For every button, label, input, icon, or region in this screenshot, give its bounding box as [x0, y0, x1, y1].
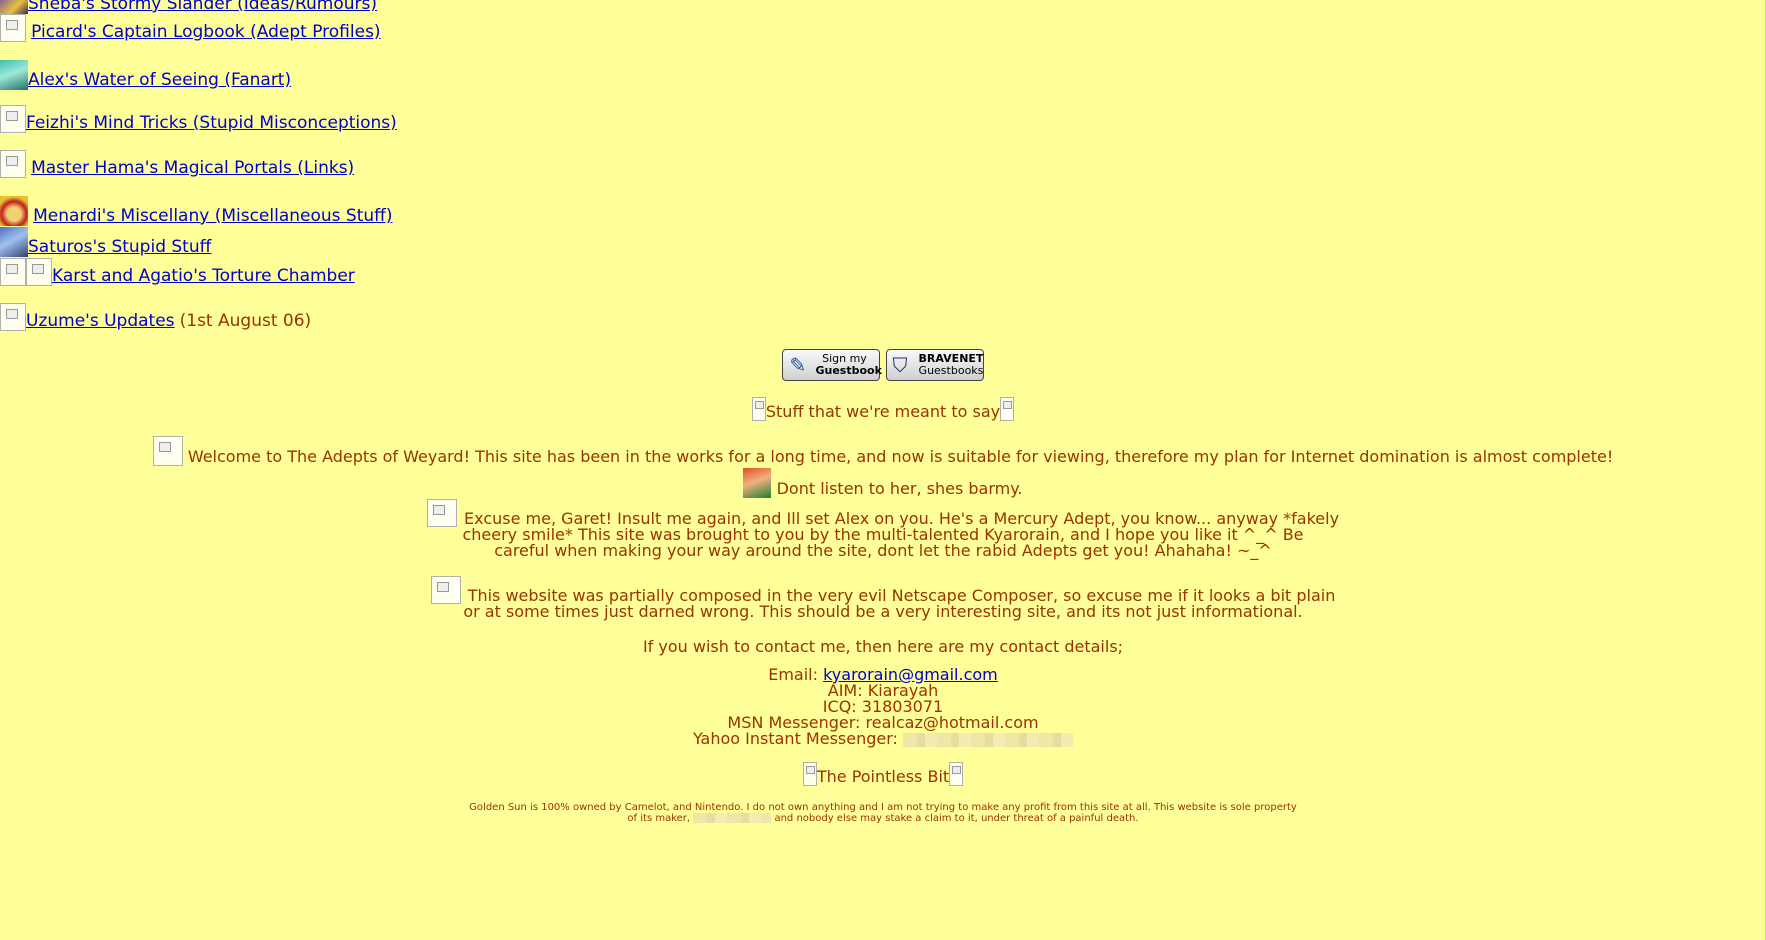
- nav-link-feizhi[interactable]: Feizhi's Mind Tricks (Stupid Misconcepti…: [26, 113, 397, 133]
- broken-image-icon: [0, 150, 26, 178]
- broken-image-icon: [1000, 397, 1015, 421]
- broken-image-icon: [152, 436, 183, 466]
- sheba-avatar-icon: [0, 0, 28, 14]
- contact-intro: If you wish to contact me, then here are…: [642, 637, 1124, 656]
- guestbook-buttons: ✎ Sign my Guestbook ⛉ BRAVENET Guestbook…: [0, 349, 1766, 381]
- broken-image-icon: [949, 762, 964, 786]
- shield-icon: ⛉: [892, 353, 908, 377]
- broken-image-icon: [802, 762, 817, 786]
- nav-link-picard[interactable]: Picard's Captain Logbook (Adept Profiles…: [31, 22, 380, 42]
- section-header-pointless: The Pointless Bit: [0, 762, 1766, 786]
- welcome-text: Welcome to The Adepts of Weyard! This si…: [187, 447, 1614, 466]
- redacted-yahoo: [903, 732, 1074, 747]
- nav-item-alex[interactable]: Alex's Water of Seeing (Fanart): [0, 60, 291, 90]
- nav-link-karst-agatio[interactable]: Karst and Agatio's Torture Chamber: [52, 266, 355, 286]
- broken-image-icon: [751, 397, 766, 421]
- excuse-line3: careful when making your way around the …: [494, 541, 1272, 560]
- nav-link-uzume[interactable]: Uzume's Updates: [26, 311, 175, 331]
- excuse-paragraph: Excuse me, Garet! Insult me again, and I…: [0, 499, 1766, 559]
- nav-item-hama[interactable]: Master Hama's Magical Portals (Links): [0, 150, 354, 178]
- broken-image-icon: [0, 105, 26, 133]
- footer-line2a: of its maker,: [627, 813, 691, 824]
- broken-image-icon: [0, 14, 26, 42]
- contact-details: Email: kyarorain@gmail.com AIM: Kiarayah…: [0, 667, 1766, 747]
- nav-item-picard[interactable]: Picard's Captain Logbook (Adept Profiles…: [0, 14, 381, 42]
- broken-image-icon: [430, 576, 461, 604]
- garet-avatar-icon: [743, 468, 772, 498]
- nav-link-saturos[interactable]: Saturos's Stupid Stuff: [28, 237, 211, 257]
- sign-guestbook-button[interactable]: ✎ Sign my Guestbook: [782, 349, 882, 381]
- section-title: Stuff that we're meant to say: [765, 402, 1001, 421]
- saturos-avatar-icon: [0, 227, 28, 257]
- garet-text: Dont listen to her, shes barmy.: [776, 479, 1023, 498]
- nav-link-alex[interactable]: Alex's Water of Seeing (Fanart): [28, 70, 291, 90]
- garet-paragraph: Dont listen to her, shes barmy.: [0, 468, 1766, 498]
- broken-image-icon: [426, 499, 457, 527]
- pen-icon: ✎: [789, 353, 807, 377]
- alex-avatar-icon: [0, 60, 28, 90]
- nav-link-hama[interactable]: Master Hama's Magical Portals (Links): [31, 158, 354, 178]
- broken-image-icon: [0, 258, 26, 286]
- email-label: Email:: [768, 665, 819, 684]
- sign-line2: Guestbook: [815, 364, 882, 377]
- bravenet-guestbooks-button[interactable]: ⛉ BRAVENET Guestbooks: [885, 349, 984, 381]
- nav-item-karst-agatio[interactable]: Karst and Agatio's Torture Chamber: [0, 258, 355, 286]
- broken-image-icon: [0, 303, 26, 331]
- nav-item-sheba[interactable]: Sheba's Stormy Slander (Ideas/Rumours): [0, 0, 377, 14]
- broken-image-icon: [26, 258, 52, 286]
- update-date: (1st August 06): [179, 311, 312, 331]
- netscape-paragraph: This website was partially composed in t…: [0, 576, 1766, 620]
- brand-line2: Guestbooks: [918, 364, 984, 377]
- section-header-stuff: Stuff that we're meant to say: [0, 397, 1766, 421]
- footer-line1: Golden Sun is 100% owned by Camelot, and…: [469, 802, 1297, 813]
- nav-item-feizhi[interactable]: Feizhi's Mind Tricks (Stupid Misconcepti…: [0, 105, 397, 133]
- nav-link-menardi[interactable]: Menardi's Miscellany (Miscellaneous Stuf…: [33, 206, 392, 226]
- footer-line2b: and nobody else may stake a claim to it,…: [774, 813, 1139, 824]
- yahoo-label: Yahoo Instant Messenger:: [692, 729, 898, 748]
- welcome-paragraph: Welcome to The Adepts of Weyard! This si…: [0, 436, 1766, 466]
- netscape-line2: or at some times just darned wrong. This…: [463, 602, 1303, 621]
- nav-link-sheba[interactable]: Sheba's Stormy Slander (Ideas/Rumours): [28, 0, 377, 14]
- menardi-avatar-icon: [0, 196, 28, 226]
- redacted-name: [693, 813, 772, 823]
- nav-item-saturos[interactable]: Saturos's Stupid Stuff: [0, 227, 211, 257]
- section2-title: The Pointless Bit: [816, 767, 950, 786]
- nav-item-menardi[interactable]: Menardi's Miscellany (Miscellaneous Stuf…: [0, 196, 393, 226]
- footer-disclaimer: Golden Sun is 100% owned by Camelot, and…: [0, 802, 1766, 824]
- nav-item-uzume[interactable]: Uzume's Updates (1st August 06): [0, 303, 311, 331]
